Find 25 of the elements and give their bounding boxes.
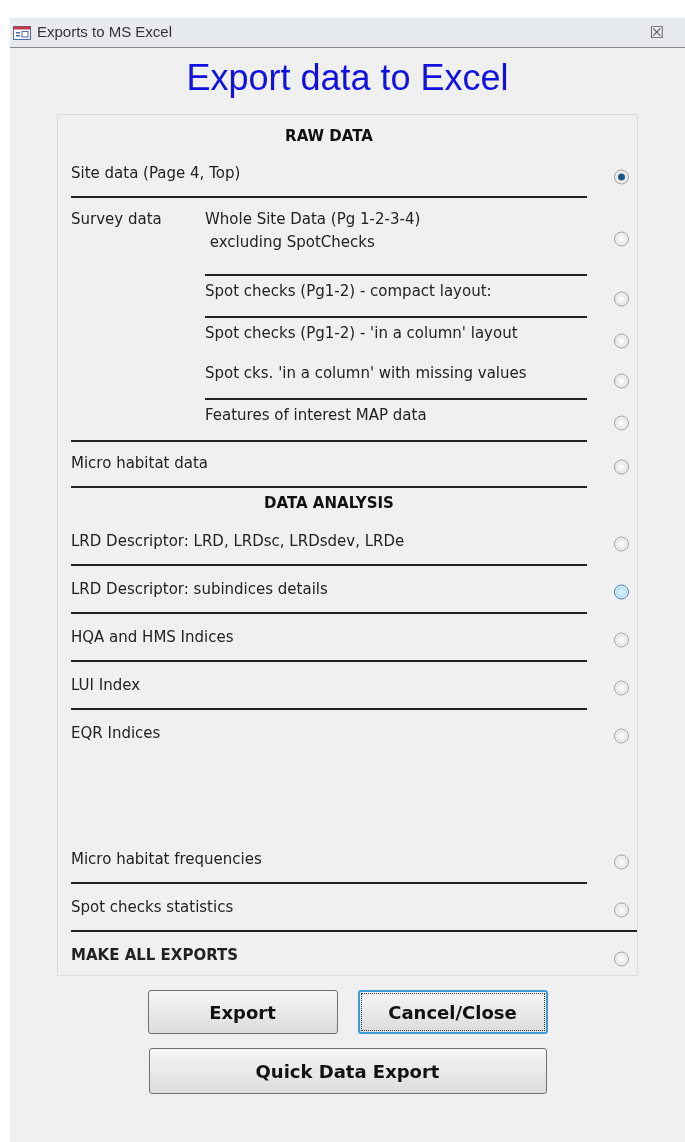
option-label: Spot checks (Pg1-2) - 'in a column' layout [205,322,518,344]
option-label: LRD Descriptor: LRD, LRDsc, LRDsdev, LRDe [71,531,405,552]
close-button[interactable]: ☒ [649,20,664,45]
option-label: Spot checks statistics [71,897,234,918]
section-heading: RAW DATA [285,126,373,147]
section-heading: DATA ANALYSIS [264,492,394,514]
option-label: Spot checks (Pg1-2) - compact layout: [205,280,492,302]
option-label: Spot cks. 'in a column' with missing values [205,362,527,384]
group-label: Survey data [71,208,163,230]
form-icon [13,25,31,40]
option-label: MAKE ALL EXPORTS [71,945,239,966]
dialog-button[interactable]: Cancel/Close [357,990,548,1034]
option-label: LRD Descriptor: subindices details [71,579,328,600]
option-label: LUI Index [71,675,141,696]
window-title: Exports to MS Excel [37,22,173,43]
option-label: EQR Indices [71,723,161,744]
option-label: Site data (Page 4, Top) [71,162,241,184]
form-heading: Export data to Excel [186,56,509,100]
option-label: Micro habitat data [71,452,209,474]
option-label: Features of interest MAP data [205,404,427,426]
option-label: HQA and HMS Indices [71,627,234,648]
dialog-button[interactable]: Quick Data Export [148,1048,547,1094]
option-label: Micro habitat frequencies [71,849,262,870]
dialog-button[interactable]: Export [147,990,338,1034]
option-label: Whole Site Data (Pg 1-2-3-4) excluding SpotChecks [205,208,421,253]
